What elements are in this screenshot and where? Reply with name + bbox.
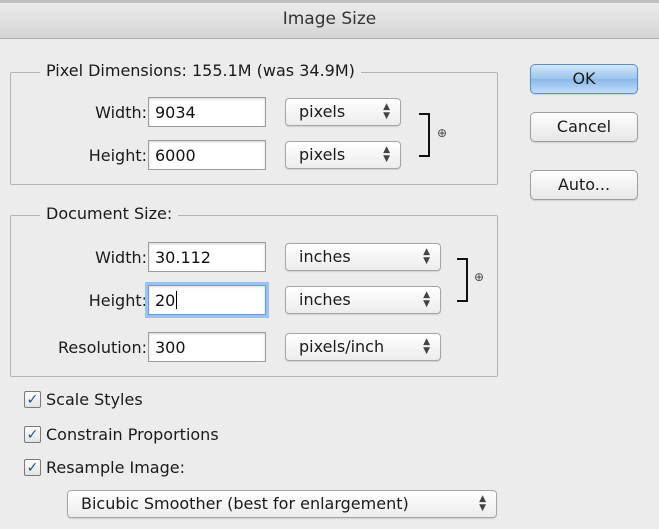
- document-size-legend: Document Size:: [40, 204, 179, 224]
- ok-button[interactable]: OK: [530, 64, 638, 94]
- up-down-arrows-icon: ▲ ▼: [423, 290, 430, 309]
- pixel-width-unit-select[interactable]: pixels ▲ ▼: [285, 98, 401, 126]
- up-down-arrows-icon: ▲ ▼: [383, 145, 390, 164]
- pixel-link-bracket: [419, 113, 430, 157]
- pixel-width-label: Width:: [95, 103, 147, 122]
- pixel-width-unit-value: pixels: [299, 102, 346, 121]
- chain-link-icon[interactable]: ⊕: [437, 126, 447, 140]
- pixel-height-label: Height:: [88, 146, 147, 165]
- title-bar-edge: [0, 0, 659, 3]
- resolution-input[interactable]: 300: [148, 332, 266, 362]
- resample-method-value: Bicubic Smoother (best for enlargement): [81, 494, 409, 513]
- up-down-arrows-icon: ▲ ▼: [383, 102, 390, 121]
- pixel-width-input[interactable]: 9034: [148, 97, 266, 127]
- checkmark-icon: ✓: [24, 391, 41, 408]
- document-link-bracket: [457, 258, 468, 302]
- document-width-unit-value: inches: [299, 247, 351, 266]
- title-bar: Image Size: [0, 0, 659, 39]
- checkmark-icon: ✓: [24, 459, 41, 476]
- up-down-arrows-icon: ▲ ▼: [479, 494, 486, 513]
- resample-method-select[interactable]: Bicubic Smoother (best for enlargement) …: [67, 490, 497, 518]
- pixel-height-unit-value: pixels: [299, 145, 346, 164]
- pixel-height-unit-select[interactable]: pixels ▲ ▼: [285, 141, 401, 169]
- pixel-dimensions-legend: Pixel Dimensions: 155.1M (was 34.9M): [40, 61, 361, 81]
- document-height-unit-select[interactable]: inches ▲ ▼: [285, 286, 441, 314]
- cancel-button[interactable]: Cancel: [530, 112, 638, 142]
- document-height-value: 20: [155, 291, 176, 310]
- chain-link-icon[interactable]: ⊕: [474, 270, 484, 284]
- document-height-unit-value: inches: [299, 290, 351, 309]
- resolution-unit-select[interactable]: pixels/inch ▲ ▼: [285, 333, 441, 361]
- text-caret: [176, 291, 178, 309]
- auto-button[interactable]: Auto...: [530, 170, 638, 200]
- window-title: Image Size: [282, 9, 377, 29]
- up-down-arrows-icon: ▲ ▼: [423, 337, 430, 356]
- scale-styles-checkbox[interactable]: ✓ Scale Styles: [24, 390, 143, 409]
- resample-image-label: Resample Image:: [46, 458, 185, 477]
- pixel-height-input[interactable]: 6000: [148, 140, 266, 170]
- resolution-label: Resolution:: [58, 338, 147, 357]
- up-down-arrows-icon: ▲ ▼: [423, 247, 430, 266]
- document-width-input[interactable]: 30.112: [148, 242, 266, 272]
- resample-image-checkbox[interactable]: ✓ Resample Image:: [24, 458, 185, 477]
- checkmark-icon: ✓: [24, 426, 41, 443]
- constrain-proportions-label: Constrain Proportions: [46, 425, 219, 444]
- document-width-label: Width:: [95, 248, 147, 267]
- document-width-unit-select[interactable]: inches ▲ ▼: [285, 243, 441, 271]
- resolution-unit-value: pixels/inch: [299, 337, 385, 356]
- document-height-label: Height:: [88, 291, 147, 310]
- document-height-input[interactable]: 20: [148, 285, 266, 315]
- scale-styles-label: Scale Styles: [46, 390, 143, 409]
- constrain-proportions-checkbox[interactable]: ✓ Constrain Proportions: [24, 425, 219, 444]
